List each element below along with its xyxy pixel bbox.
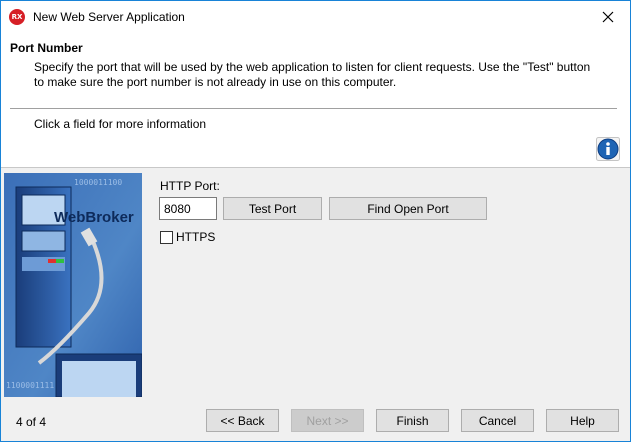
finish-button[interactable]: Finish bbox=[376, 409, 449, 432]
http-port-input[interactable] bbox=[159, 197, 217, 220]
back-button[interactable]: << Back bbox=[206, 409, 279, 432]
title-bar[interactable]: RX New Web Server Application bbox=[1, 1, 630, 32]
step-indicator: 4 of 4 bbox=[16, 415, 47, 429]
webbroker-banner-image: 1000011100 WebBroker 1100001111 bbox=[4, 173, 142, 397]
header-bottom-border bbox=[1, 167, 630, 168]
close-button[interactable] bbox=[586, 1, 630, 32]
next-button[interactable]: Next >> bbox=[291, 409, 364, 432]
info-icon[interactable] bbox=[596, 137, 620, 161]
page-description: Specify the port that will be used by th… bbox=[34, 60, 591, 89]
header-divider bbox=[10, 108, 617, 109]
https-checkbox-row[interactable]: HTTPS bbox=[160, 230, 215, 244]
help-button[interactable]: Help bbox=[546, 409, 619, 432]
wizard-window: RX New Web Server Application Port Numbe… bbox=[0, 0, 631, 442]
close-icon bbox=[602, 11, 614, 22]
binary-pattern-bottom: 1100001111 bbox=[6, 381, 54, 390]
webbroker-caption: WebBroker bbox=[54, 209, 134, 226]
test-port-button[interactable]: Test Port bbox=[223, 197, 322, 220]
window-title: New Web Server Application bbox=[33, 10, 185, 24]
http-port-label: HTTP Port: bbox=[160, 179, 220, 193]
find-open-port-button[interactable]: Find Open Port bbox=[329, 197, 487, 220]
rx-app-icon: RX bbox=[9, 9, 25, 25]
page-title: Port Number bbox=[10, 41, 83, 55]
wizard-header: Port Number Specify the port that will b… bbox=[1, 32, 630, 168]
info-text: Click a field for more information bbox=[34, 117, 207, 131]
binary-pattern-top: 1000011100 bbox=[74, 178, 122, 187]
https-label: HTTPS bbox=[176, 230, 216, 244]
cancel-button[interactable]: Cancel bbox=[461, 409, 534, 432]
https-checkbox[interactable] bbox=[160, 230, 173, 244]
